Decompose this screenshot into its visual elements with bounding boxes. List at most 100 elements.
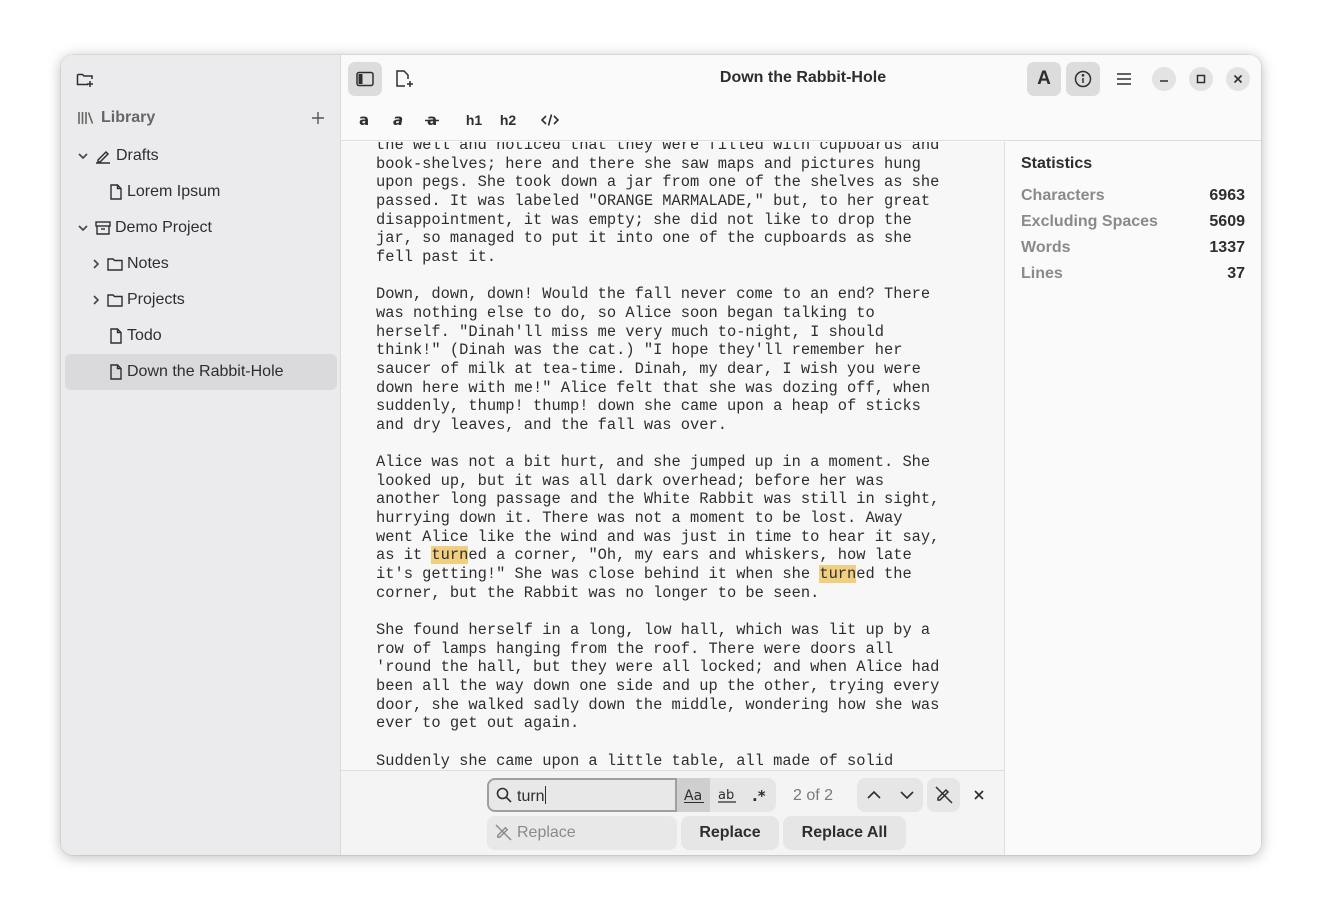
library-icon xyxy=(77,110,95,126)
text-line: and dry leaves, and the fall was over. xyxy=(376,415,727,434)
statistics-panel: Statistics Characters 6963 Excluding Spa… xyxy=(1006,142,1261,855)
svg-text:.*: .* xyxy=(752,787,766,803)
code-icon[interactable] xyxy=(537,109,563,131)
text-line: suddenly, thump! thump! down she came up… xyxy=(376,397,921,416)
close-button[interactable] xyxy=(1226,67,1250,91)
text-line: passed. It was labeled "ORANGE MARMALADE… xyxy=(376,191,931,210)
typography-button[interactable]: A xyxy=(1027,62,1061,96)
search-match-highlight: turn xyxy=(431,546,469,565)
text-line xyxy=(376,267,976,286)
text-editor[interactable]: the well and noticed that they were fill… xyxy=(341,142,1005,770)
tree-item-notes[interactable]: Notes xyxy=(61,246,341,282)
stat-value: 5609 xyxy=(1209,213,1245,230)
text-line: She found herself in a long, low hall, w… xyxy=(376,621,931,640)
main-area: Down the Rabbit-Hole A a a a h1 h2 the w… xyxy=(341,55,1261,855)
tree-item-label: Drafts xyxy=(116,147,159,164)
tree-item-projects[interactable]: Projects xyxy=(61,282,341,318)
text-line: upon pegs. She took down a jar from one … xyxy=(376,173,940,192)
text-line: disappointment, it was empty; she did no… xyxy=(376,210,912,229)
replace-placeholder: Replace xyxy=(517,824,576,841)
text-line: hurrying down it. There was not a moment… xyxy=(376,509,903,528)
text-line: jar, so managed to put it into one of th… xyxy=(376,229,912,248)
format-toolbar: a a a h1 h2 xyxy=(341,101,1261,141)
regex-toggle[interactable]: .* xyxy=(743,778,776,812)
text-line: fell past it. xyxy=(376,247,497,266)
tree-item-drafts[interactable]: Drafts xyxy=(61,138,341,174)
new-folder-icon[interactable] xyxy=(75,69,95,89)
tree-item-label: Notes xyxy=(127,255,169,272)
replace-input[interactable]: Replace xyxy=(487,816,677,850)
tree-item-lorem-ipsum[interactable]: Lorem Ipsum xyxy=(61,174,341,210)
minimize-button[interactable] xyxy=(1152,67,1176,91)
heading-2-button[interactable]: h2 xyxy=(495,109,521,131)
add-icon[interactable] xyxy=(309,109,327,127)
chevron-right-icon[interactable] xyxy=(89,293,103,307)
search-match-highlight: turn xyxy=(819,565,857,584)
chevron-down-icon[interactable] xyxy=(76,221,90,235)
text-caret xyxy=(544,786,546,804)
text-line: down here with me!" Alice felt that she … xyxy=(376,378,931,397)
stat-value: 6963 xyxy=(1209,187,1245,204)
chevron-right-icon[interactable] xyxy=(89,257,103,271)
text-line: been all the way down one side and up th… xyxy=(376,677,940,696)
stat-value: 1337 xyxy=(1209,239,1245,256)
tree-item-label: Projects xyxy=(127,291,185,308)
text-line: door, she walked sadly down the middle, … xyxy=(376,695,940,714)
font-icon: A xyxy=(1037,68,1051,89)
whole-word-toggle[interactable]: ab xyxy=(710,778,743,812)
text-line: was nothing else to do, so Alice soon be… xyxy=(376,303,875,322)
tree-item-todo[interactable]: Todo xyxy=(61,318,341,354)
folder-icon xyxy=(107,292,123,308)
tree-item-label: Lorem Ipsum xyxy=(127,183,221,200)
menu-button[interactable] xyxy=(1107,62,1141,96)
text-line: 'round the hall, but they were all locke… xyxy=(376,658,940,677)
stat-label: Words xyxy=(1021,239,1071,256)
next-match-button[interactable] xyxy=(890,778,923,812)
text-line: think!" (Dinah was the cat.) "I hope the… xyxy=(376,341,903,360)
italic-button[interactable]: a xyxy=(385,109,411,131)
stat-excluding-spaces: Excluding Spaces 5609 xyxy=(1021,213,1245,235)
tree-item-down-the-rabbit-hole[interactable]: Down the Rabbit-Hole xyxy=(65,354,337,390)
svg-text:Aa: Aa xyxy=(684,788,702,803)
document-icon xyxy=(108,328,124,344)
text-line: Suddenly she came upon a little table, a… xyxy=(376,751,894,770)
document-icon xyxy=(108,364,124,380)
search-input[interactable]: turn xyxy=(487,778,677,812)
text-line: Down, down, down! Would the fall never c… xyxy=(376,285,931,304)
bold-button[interactable]: a xyxy=(352,109,378,131)
replace-mode-toggle[interactable] xyxy=(927,778,960,812)
stat-label: Lines xyxy=(1021,265,1063,282)
match-count: 2 of 2 xyxy=(793,787,834,804)
tree-item-demo-project[interactable]: Demo Project xyxy=(61,210,341,246)
info-button[interactable] xyxy=(1066,62,1100,96)
stat-value: 37 xyxy=(1227,265,1245,282)
heading-1-button[interactable]: h1 xyxy=(461,109,487,131)
pencil-icon xyxy=(95,148,111,164)
library-label: Library xyxy=(101,109,156,126)
stat-words: Words 1337 xyxy=(1021,239,1245,261)
sidebar: Library Drafts Lorem Ipsum Demo Project … xyxy=(61,55,341,855)
chevron-down-icon[interactable] xyxy=(76,149,90,163)
close-search-icon[interactable] xyxy=(972,788,986,802)
text-line: herself. "Dinah'll miss me very much to-… xyxy=(376,322,884,341)
replace-button[interactable]: Replace xyxy=(681,816,779,850)
text-line: as it turned a corner, "Oh, my ears and … xyxy=(376,546,912,565)
text-line: went Alice like the wind and was just in… xyxy=(376,527,940,546)
case-sensitive-toggle[interactable]: Aa xyxy=(677,778,710,812)
previous-match-button[interactable] xyxy=(857,778,890,812)
maximize-button[interactable] xyxy=(1189,67,1213,91)
file-tree: Drafts Lorem Ipsum Demo Project Notes Pr… xyxy=(61,138,341,390)
svg-text:ab: ab xyxy=(718,788,734,803)
text-line: the well and noticed that they were fill… xyxy=(376,142,940,154)
search-query: turn xyxy=(517,788,545,805)
app-window: Library Drafts Lorem Ipsum Demo Project … xyxy=(61,55,1261,855)
document-text[interactable]: the well and noticed that they were fill… xyxy=(376,142,976,770)
search-replace-bar: turn Aa ab .* 2 of 2 Replace Replace Rep… xyxy=(341,770,1005,855)
strikethrough-button[interactable]: a xyxy=(419,109,445,131)
statistics-title: Statistics xyxy=(1021,155,1093,172)
replace-all-button[interactable]: Replace All xyxy=(783,816,906,850)
text-line: book-shelves; here and there she saw map… xyxy=(376,154,921,173)
header-bar: Down the Rabbit-Hole A xyxy=(341,55,1261,101)
stat-label: Characters xyxy=(1021,187,1105,204)
stat-lines: Lines 37 xyxy=(1021,265,1245,287)
